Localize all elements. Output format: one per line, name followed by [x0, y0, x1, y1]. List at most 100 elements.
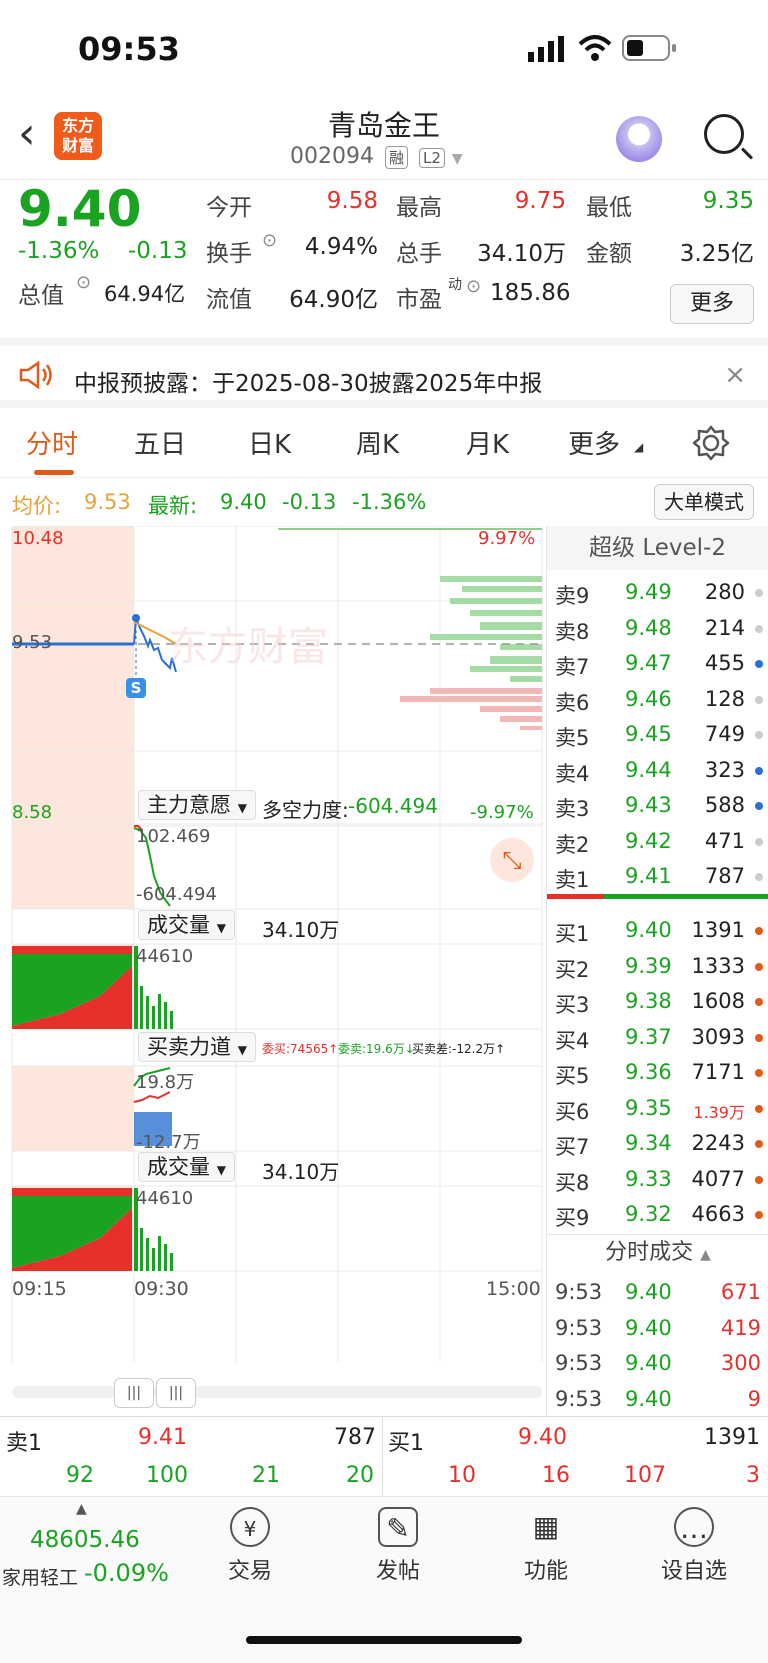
ind1-info-value: -604.494 [348, 794, 438, 818]
buy-level-row[interactable]: 买6 9.35 1.39万 [547, 1092, 768, 1127]
info-icon[interactable]: ⊙ [76, 272, 91, 293]
sell-level-row[interactable]: 卖5 9.45 749 [547, 718, 768, 753]
sell-level-volume: 280 [704, 580, 745, 604]
status-time: 09:53 [78, 30, 180, 68]
ind3-pre-area [12, 1066, 134, 1151]
sell-level-price: 9.45 [625, 722, 672, 746]
axis-bottom-pct: -9.97% [470, 802, 534, 823]
high-value: 9.75 [514, 188, 566, 214]
stock-code-row[interactable]: 002094 融 L2 ▼ [290, 144, 463, 169]
board-buy-qty-1: 10 [448, 1463, 476, 1488]
scroll-handle-right[interactable]: ||| [156, 1378, 196, 1408]
buy-level-row[interactable]: 买5 9.36 7171 [547, 1056, 768, 1091]
change-value: -0.13 [282, 490, 337, 514]
chart-scrollbar[interactable] [12, 1386, 542, 1398]
ind3-high: 19.8万 [136, 1072, 195, 1093]
notice-bar[interactable]: 中报预披露：于2025-08-30披露2025年中报 × [0, 338, 768, 408]
search-icon[interactable] [704, 114, 744, 154]
battery-icon [622, 35, 676, 61]
grid-icon: ▦ [532, 1510, 560, 1543]
book-divider [547, 894, 768, 899]
board-sell-label: 卖1 [6, 1431, 42, 1456]
trade-price: 9.40 [625, 1351, 672, 1375]
scroll-handle-left[interactable]: ||| [114, 1378, 154, 1408]
ind2-selector[interactable]: 成交量 ▼ [138, 910, 235, 940]
tab-trade[interactable]: ¥ 交易 [200, 1507, 300, 1585]
time-axis-open: 09:30 [134, 1278, 189, 1300]
buy-level-row[interactable]: 买3 9.38 1608 [547, 985, 768, 1020]
order-book: 超级 Level-2 卖9 9.49 280 卖8 9.48 214 卖7 9.47 455 卖6… [546, 526, 768, 1416]
board-sell-qty-1: 92 [66, 1463, 94, 1488]
order-dot-icon [755, 695, 763, 704]
buy-level-price: 9.40 [625, 918, 672, 942]
trade-time: 9:53 [555, 1315, 603, 1340]
intraday-chart[interactable]: 东方财富 10.48 9.53 8.58 9.97% -9.97% S 主力意愿… [0, 526, 546, 1416]
buy-level-volume: 1.39万 [693, 1102, 745, 1122]
buy-level-price: 9.36 [625, 1060, 672, 1084]
axis-mid-price: 9.53 [12, 632, 53, 653]
assistant-avatar-icon[interactable] [616, 116, 662, 162]
index-value[interactable]: 48605.46 [30, 1527, 140, 1553]
sell-level-label: 卖6 [555, 690, 590, 715]
sell-level-price: 9.47 [625, 651, 672, 675]
order-book-title[interactable]: 超级 Level-2 [547, 526, 768, 570]
tab-five-day[interactable]: 五日 [134, 424, 186, 461]
buy-level-row[interactable]: 买1 9.40 1391 [547, 914, 768, 949]
chevron-up-icon[interactable]: ▲ [76, 1501, 87, 1517]
order-dot-icon [755, 1175, 763, 1184]
tab-watchlist-label: 设自选 [660, 1559, 727, 1584]
level2-tag: L2 [419, 148, 445, 168]
sell-level-row[interactable]: 卖2 9.42 471 [547, 825, 768, 860]
axis-bottom-price: 8.58 [12, 802, 53, 823]
sell-level-row[interactable]: 卖4 9.44 323 [547, 754, 768, 789]
more-button[interactable]: 更多 [670, 284, 754, 324]
sell-level-row[interactable]: 卖7 9.47 455 [547, 647, 768, 682]
index-change[interactable]: -0.09% [84, 1559, 169, 1587]
buy-level-row[interactable]: 买7 9.34 2243 [547, 1127, 768, 1162]
event-marker-icon[interactable]: S [126, 678, 146, 698]
sell-level-row[interactable]: 卖9 9.49 280 [547, 576, 768, 611]
ind3-selector[interactable]: 买卖力道 ▼ [138, 1032, 256, 1062]
market-cap-label: 总值 [18, 283, 64, 309]
index-name[interactable]: 家用轻工 [2, 1563, 78, 1590]
ind4-selector[interactable]: 成交量 ▼ [138, 1152, 235, 1182]
trades-header[interactable]: 分时成交 ▲ [547, 1234, 768, 1272]
sell-level-volume: 455 [704, 651, 745, 675]
tab-daily-k[interactable]: 日K [248, 424, 291, 461]
tab-post[interactable]: ✎ 发帖 [348, 1507, 448, 1585]
pe-superscript: 动 [448, 277, 462, 293]
sell-level-row[interactable]: 卖8 9.48 214 [547, 612, 768, 647]
sell-level-row[interactable]: 卖1 9.41 787 [547, 860, 768, 895]
tab-intraday[interactable]: 分时 [26, 424, 78, 461]
expand-icon[interactable]: ⤡ [490, 838, 534, 882]
info-icon[interactable]: ⊙ [262, 230, 277, 251]
tab-weekly-k[interactable]: 周K [356, 424, 399, 461]
time-axis-start: 09:15 [12, 1278, 67, 1300]
gear-icon[interactable] [692, 424, 730, 462]
tab-watchlist[interactable]: … 设自选 [644, 1507, 744, 1585]
close-icon[interactable]: × [724, 360, 746, 390]
tab-functions[interactable]: ▦ 功能 [496, 1507, 596, 1585]
sell-level-row[interactable]: 卖3 9.43 588 [547, 789, 768, 824]
sell-level-row[interactable]: 卖6 9.46 128 [547, 683, 768, 718]
sell-level-volume: 588 [704, 793, 745, 817]
order-dot-icon [755, 1104, 763, 1113]
chevron-down-icon: ▼ [216, 1163, 226, 1177]
buy-level-row[interactable]: 买2 9.39 1333 [547, 950, 768, 985]
big-order-mode-button[interactable]: 大单模式 [654, 484, 754, 520]
buy-level-row[interactable]: 买8 9.33 4077 [547, 1163, 768, 1198]
pe-label: 市盈 [396, 287, 442, 313]
axis-top-price: 10.48 [12, 528, 64, 549]
buy-level-volume: 7171 [691, 1060, 745, 1084]
ind1-selector[interactable]: 主力意愿 ▼ [138, 790, 256, 820]
buy-level-volume: 2243 [691, 1131, 745, 1155]
buy-level-row[interactable]: 买9 9.32 4663 [547, 1198, 768, 1233]
tab-more[interactable]: 更多 [568, 424, 620, 461]
open-label: 今开 [206, 195, 252, 221]
sell-level-price: 9.48 [625, 615, 672, 640]
info-icon[interactable]: ⊙ [466, 276, 481, 297]
tab-monthly-k[interactable]: 月K [466, 424, 509, 461]
sell-level-price: 9.49 [625, 580, 672, 604]
buy-level-row[interactable]: 买4 9.37 3093 [547, 1021, 768, 1056]
sell-level-price: 9.46 [625, 686, 672, 711]
